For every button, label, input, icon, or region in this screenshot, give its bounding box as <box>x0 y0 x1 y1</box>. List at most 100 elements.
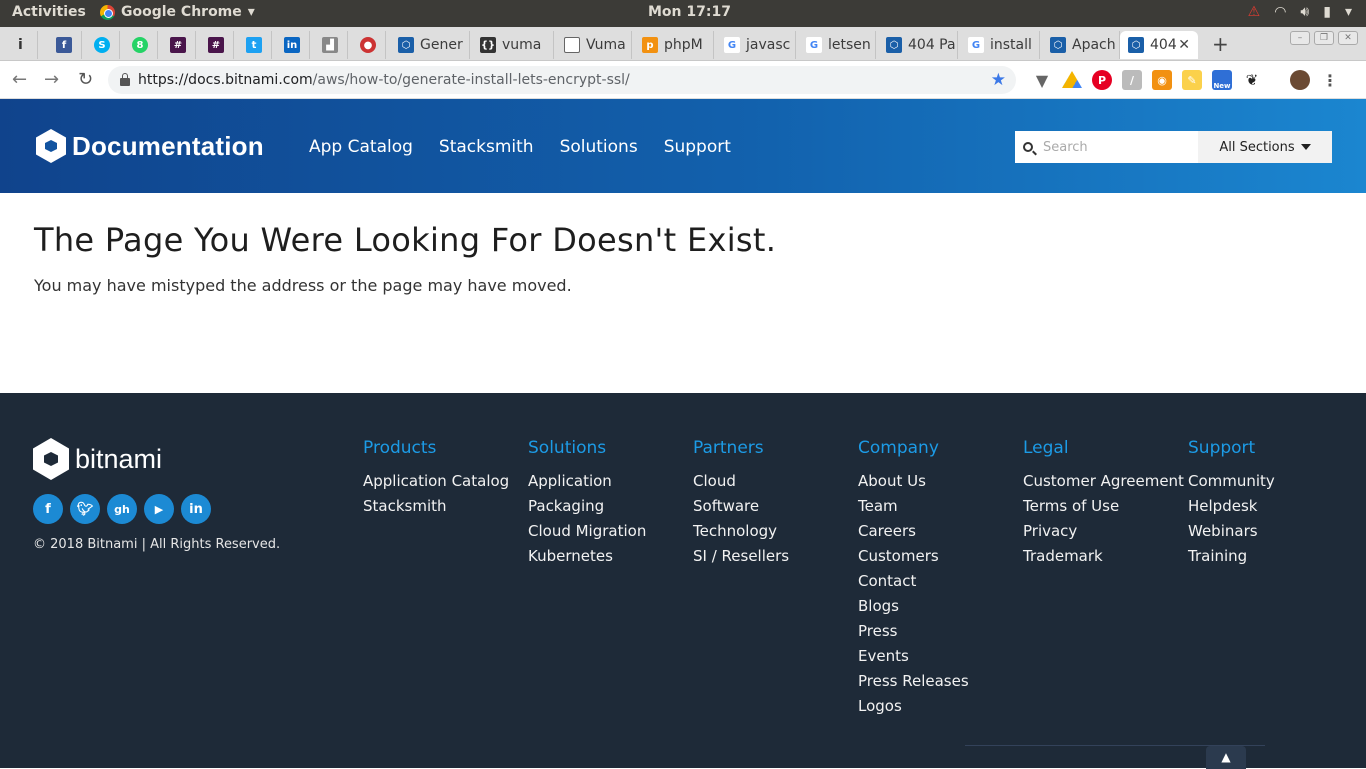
footer-link[interactable]: Team <box>858 497 969 522</box>
footer-link[interactable]: Careers <box>858 522 969 547</box>
caret-down-icon <box>1300 144 1311 150</box>
tab[interactable]: Vuma <box>556 31 632 59</box>
new-tab-button[interactable]: + <box>1212 32 1229 56</box>
footer-link[interactable]: Kubernetes <box>528 547 646 572</box>
pinterest-icon[interactable]: P <box>1092 70 1112 90</box>
footer-link[interactable]: Packaging <box>528 497 646 522</box>
footer-link[interactable]: Software <box>693 497 789 522</box>
page-title: The Page You Were Looking For Doesn't Ex… <box>34 221 777 259</box>
pinned-tab-twitter[interactable]: t <box>238 31 272 59</box>
facebook-icon[interactable]: f <box>33 494 63 524</box>
vuetify-extension-icon[interactable]: ▼ <box>1032 70 1052 90</box>
footer-col-solutions: Solutions Application Packaging Cloud Mi… <box>528 438 646 572</box>
minimize-button[interactable]: – <box>1290 31 1310 45</box>
address-bar[interactable]: https://docs.bitnami.com/aws/how-to/gene… <box>108 66 1016 94</box>
system-tray[interactable]: ⚠ ◠ 🔊︎ ▮ ▾ <box>1248 4 1352 20</box>
clock[interactable]: Mon 17:17 <box>648 4 731 20</box>
google-icon: G <box>968 37 984 53</box>
footer-link[interactable]: Customers <box>858 547 969 572</box>
whatsapp-icon: 8 <box>132 37 148 53</box>
tab[interactable]: Gletsen <box>798 31 876 59</box>
back-button[interactable]: ← <box>12 69 27 90</box>
pinned-tab-whatsapp[interactable]: 8 <box>124 31 158 59</box>
footer-link[interactable]: Community <box>1188 472 1275 497</box>
footer-link[interactable]: Customer Agreement <box>1023 472 1184 497</box>
nav-solutions[interactable]: Solutions <box>560 137 638 157</box>
footer-link[interactable]: Trademark <box>1023 547 1184 572</box>
all-sections-dropdown[interactable]: All Sections <box>1198 131 1332 163</box>
close-icon[interactable]: ✕ <box>1178 37 1190 53</box>
activities-button[interactable]: Activities <box>12 4 86 20</box>
google-icon: G <box>724 37 740 53</box>
tab[interactable]: Gjavasc <box>716 31 796 59</box>
menu-dots-icon[interactable]: ⋮ <box>1320 70 1340 90</box>
reload-button[interactable]: ↻ <box>78 69 93 90</box>
tab[interactable]: ⬡ 404 Pa <box>878 31 958 59</box>
footer-link[interactable]: Application <box>528 472 646 497</box>
maximize-button[interactable]: ❐ <box>1314 31 1334 45</box>
pinned-tab-skype[interactable]: S <box>86 31 120 59</box>
url-path: /aws/how-to/generate-install-lets-encryp… <box>312 72 630 88</box>
tab-strip: i f S 8 # # t in ▟ ● ⬡ Gener {} vuma Vuma … <box>0 27 1366 61</box>
warning-icon[interactable]: ⚠ <box>1248 4 1261 20</box>
gnome-extension-icon[interactable]: ❦ <box>1242 70 1262 90</box>
youtube-icon[interactable]: ▶ <box>144 494 174 524</box>
app-menu[interactable]: Google Chrome ▾ <box>100 4 255 20</box>
nav-app-catalog[interactable]: App Catalog <box>309 137 413 157</box>
nav-support[interactable]: Support <box>664 137 731 157</box>
twitter-icon[interactable]: 🐦︎ <box>70 494 100 524</box>
footer-col-partners: Partners Cloud Software Technology SI / … <box>693 438 789 572</box>
google-drive-icon[interactable] <box>1062 71 1082 88</box>
nav-stacksmith[interactable]: Stacksmith <box>439 137 534 157</box>
footer-link[interactable]: Terms of Use <box>1023 497 1184 522</box>
footer-link[interactable]: Helpdesk <box>1188 497 1275 522</box>
editor-extension-icon[interactable]: ∕ <box>1122 70 1142 90</box>
footer-link[interactable]: Application Catalog <box>363 472 509 497</box>
footer-link[interactable]: Technology <box>693 522 789 547</box>
footer-link[interactable]: Privacy <box>1023 522 1184 547</box>
footer-link[interactable]: About Us <box>858 472 969 497</box>
pinned-tab-linkedin[interactable]: in <box>276 31 310 59</box>
footer-link[interactable]: Cloud <box>693 472 789 497</box>
tab[interactable]: ⬡ Gener <box>390 31 470 59</box>
new-extension-icon[interactable]: New <box>1212 70 1232 90</box>
footer-link[interactable]: Stacksmith <box>363 497 509 522</box>
url-host: https://docs.bitnami.com <box>138 72 313 88</box>
footer-link[interactable]: Press Releases <box>858 672 969 697</box>
tab-active[interactable]: ⬡ 404 ✕ <box>1120 31 1198 59</box>
lock-icon[interactable] <box>120 73 130 86</box>
notes-extension-icon[interactable]: ✎ <box>1182 70 1202 90</box>
close-window-button[interactable]: ✕ <box>1338 31 1358 45</box>
chevron-up-icon[interactable]: ▲ <box>1206 746 1246 769</box>
pinned-tab-info[interactable]: i <box>10 31 38 59</box>
footer-link[interactable]: SI / Resellers <box>693 547 789 572</box>
pinned-tab-facebook[interactable]: f <box>48 31 82 59</box>
pinned-tab-chrome[interactable]: ● <box>352 31 386 59</box>
pinned-tab-slack-2[interactable]: # <box>200 31 234 59</box>
footer-link[interactable]: Events <box>858 647 969 672</box>
footer-link[interactable]: Cloud Migration <box>528 522 646 547</box>
search-input[interactable] <box>1043 139 1183 155</box>
footer-link[interactable]: Webinars <box>1188 522 1275 547</box>
pinned-tab-slack[interactable]: # <box>162 31 196 59</box>
forward-button[interactable]: → <box>44 69 59 90</box>
tab[interactable]: p phpM <box>634 31 714 59</box>
footer-link[interactable]: Contact <box>858 572 969 597</box>
skype-icon: S <box>94 37 110 53</box>
honey-extension-icon[interactable]: ◉ <box>1152 70 1172 90</box>
documentation-logo[interactable]: Documentation <box>36 129 264 163</box>
footer-link[interactable]: Logos <box>858 697 969 722</box>
tab-label: 404 Pa <box>908 37 956 53</box>
avatar[interactable] <box>1290 70 1310 90</box>
tab[interactable]: {} vuma <box>472 31 554 59</box>
bookmark-star-icon[interactable]: ★ <box>991 70 1006 90</box>
footer-link[interactable]: Training <box>1188 547 1275 572</box>
linkedin-icon[interactable]: in <box>181 494 211 524</box>
tab[interactable]: Ginstall <box>960 31 1040 59</box>
github-icon[interactable]: gh <box>107 494 137 524</box>
footer-link[interactable]: Press <box>858 622 969 647</box>
footer-logo[interactable]: bitnami <box>33 438 162 480</box>
pinned-tab-analytics[interactable]: ▟ <box>314 31 348 59</box>
footer-link[interactable]: Blogs <box>858 597 969 622</box>
tab[interactable]: ⬡ Apach <box>1042 31 1120 59</box>
